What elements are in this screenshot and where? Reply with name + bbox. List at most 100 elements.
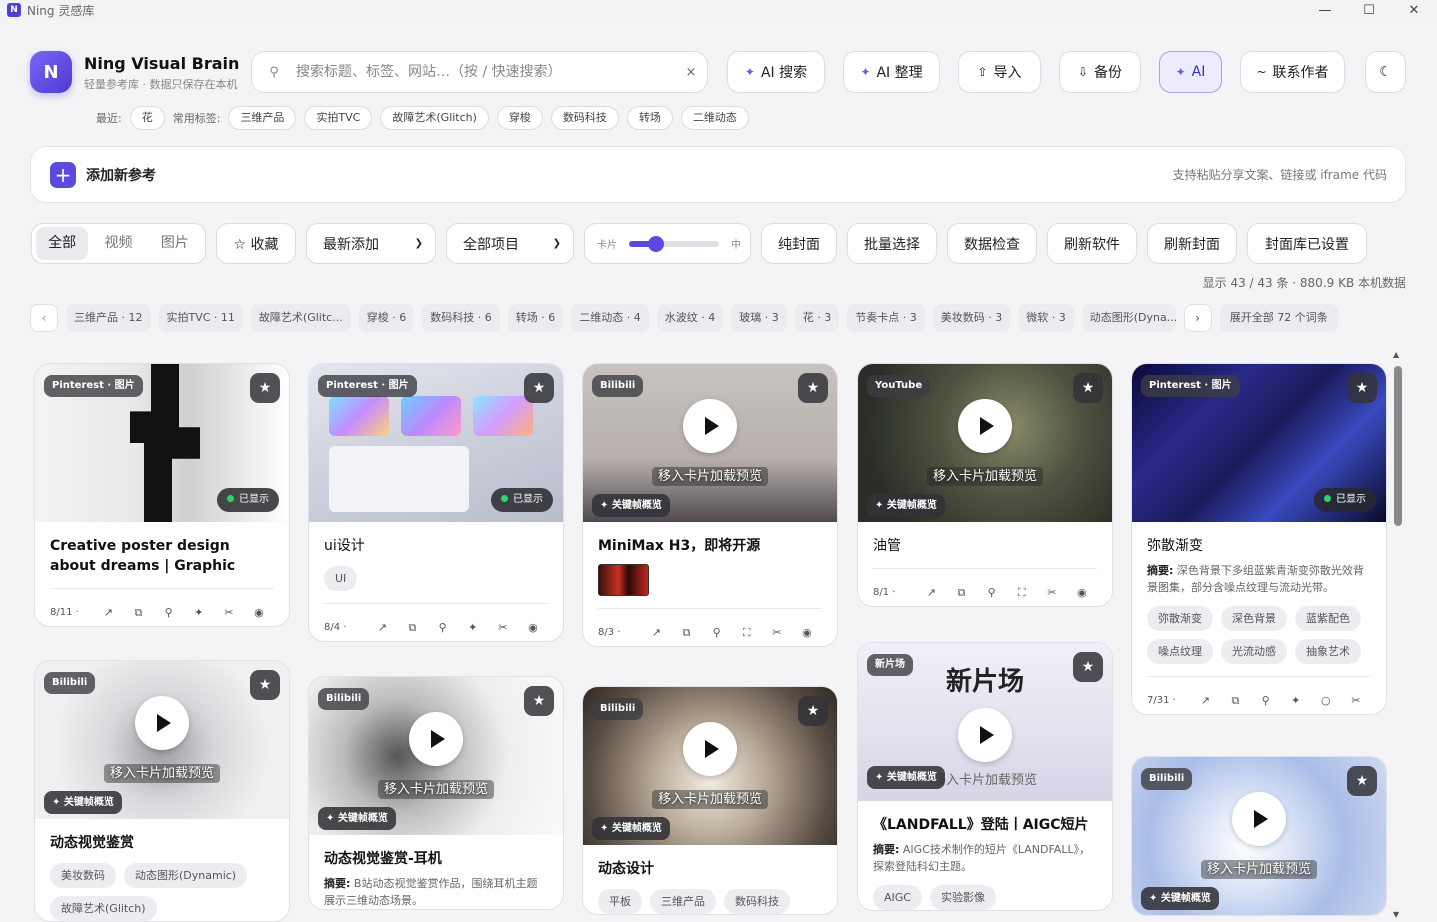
search-icon[interactable]: ⚲ xyxy=(428,621,458,634)
play-icon[interactable] xyxy=(683,722,737,776)
contact-author-button[interactable]: ~ 联系作者 xyxy=(1240,51,1345,93)
common-tag-chip[interactable]: 数码科技 xyxy=(550,105,619,130)
tag-filter-chip[interactable]: 实拍TVC · 11 xyxy=(158,304,243,332)
tag-chip[interactable]: UI xyxy=(324,566,358,591)
card-thumbnail[interactable]: YouTube ★ 移入卡片加载预览 ✦ 关键帧概览 xyxy=(858,364,1112,522)
card-thumbnail[interactable]: 新片场 新片场 ★ 移入卡片加载预览 ✦ 关键帧概览 xyxy=(858,643,1112,801)
add-reference-bar[interactable]: + 添加新参考 支持粘贴分享文案、链接或 iframe 代码 xyxy=(30,146,1406,203)
tag-filter-chip[interactable]: 转场 · 6 xyxy=(507,304,564,332)
chevron-left-icon[interactable]: ‹ xyxy=(30,304,58,332)
copy-icon[interactable]: ⧉ xyxy=(671,626,701,640)
star-icon[interactable]: ★ xyxy=(1347,766,1377,796)
keyframes-button[interactable]: ✦ 关键帧概览 xyxy=(1141,887,1219,910)
star-icon[interactable]: ★ xyxy=(524,686,554,716)
scissors-icon[interactable]: ✂ xyxy=(488,621,518,634)
search-icon[interactable]: ⚲ xyxy=(1251,694,1281,707)
search-input[interactable] xyxy=(296,64,675,80)
tag-chip[interactable]: 三维产品 xyxy=(650,889,716,914)
star-icon[interactable]: ★ xyxy=(798,373,828,403)
sparkle-icon[interactable]: ✦ xyxy=(1281,694,1311,707)
card-thumbnail[interactable]: Bilibili ★ 移入卡片加载预览 ✦ 关键帧概览 xyxy=(309,677,563,835)
tag-chip[interactable]: 噪点纹理 xyxy=(1147,639,1213,664)
fullscreen-icon[interactable]: ⛶ xyxy=(1007,586,1037,600)
card-size-slider[interactable]: 卡片 中 xyxy=(584,223,751,264)
ai-button[interactable]: ✦ AI xyxy=(1159,51,1222,93)
play-icon[interactable] xyxy=(135,696,189,750)
chevron-right-icon[interactable]: › xyxy=(1183,304,1212,332)
project-select[interactable]: 全部项目 ❯ xyxy=(446,223,574,264)
common-tag-chip[interactable]: 转场 xyxy=(626,105,673,130)
star-icon[interactable]: ★ xyxy=(798,696,828,726)
tag-filter-chip[interactable]: 数码科技 · 6 xyxy=(422,304,500,332)
tag-filter-chip[interactable]: 穿梭 · 6 xyxy=(358,304,415,332)
card-thumbnail[interactable]: Bilibili ★ 移入卡片加载预览 ✦ 关键帧概览 xyxy=(583,687,837,845)
play-icon[interactable] xyxy=(958,708,1012,762)
star-icon[interactable]: ★ xyxy=(250,373,280,403)
keyframes-button[interactable]: ✦ 关键帧概览 xyxy=(44,791,122,814)
backup-button[interactable]: ⇩ 备份 xyxy=(1059,51,1141,93)
open-link-icon[interactable]: ↗ xyxy=(916,586,946,599)
ai-organize-button[interactable]: ✦ AI 整理 xyxy=(843,51,940,93)
search-icon[interactable]: ⚲ xyxy=(154,606,184,619)
close-icon[interactable]: ✕ xyxy=(1391,0,1437,20)
cover-library-button[interactable]: 封面库已设置 xyxy=(1247,223,1367,264)
copy-icon[interactable]: ⧉ xyxy=(1220,694,1250,708)
common-tag-chip[interactable]: 三维产品 xyxy=(228,105,297,130)
star-icon[interactable]: ★ xyxy=(1347,373,1377,403)
tag-filter-chip[interactable]: 美妆数码 · 3 xyxy=(932,304,1011,332)
tag-chip[interactable]: 深色背景 xyxy=(1221,606,1287,631)
scissors-icon[interactable]: ✂ xyxy=(1037,586,1067,599)
copy-icon[interactable]: ⧉ xyxy=(123,606,153,620)
open-link-icon[interactable]: ↗ xyxy=(93,606,123,619)
tag-filter-chip[interactable]: 故障艺术(Glitc... xyxy=(250,304,351,332)
reference-card[interactable]: YouTube ★ 移入卡片加载预览 ✦ 关键帧概览 油管 8/1 · ↗ ⧉ … xyxy=(857,363,1113,607)
open-link-icon[interactable]: ↗ xyxy=(1190,694,1220,707)
keyframe-thumbnail[interactable] xyxy=(598,564,649,596)
reference-card[interactable]: Bilibili ★ 移入卡片加载预览 ✦ 关键帧概览 动态视觉鉴赏 美妆数码 … xyxy=(34,660,290,922)
tag-chip[interactable]: 弥散渐变 xyxy=(1147,606,1213,631)
copy-icon[interactable]: ⧉ xyxy=(946,586,976,600)
keyframes-button[interactable]: ✦ 关键帧概览 xyxy=(867,494,945,517)
slider-track[interactable] xyxy=(629,235,719,252)
scrollbar-thumb[interactable] xyxy=(1394,366,1402,526)
card-thumbnail[interactable]: Bilibili ★ 移入卡片加载预览 ✦ 关键帧概览 xyxy=(35,661,289,819)
card-thumbnail[interactable]: Pinterest · 图片 ★ 已显示 xyxy=(35,364,289,522)
card-thumbnail[interactable]: Bilibili ★ 移入卡片加载预览 ✦ 关键帧概览 xyxy=(583,364,837,522)
segment-video[interactable]: 视频 xyxy=(92,227,144,260)
sparkle-icon[interactable]: ✦ xyxy=(184,606,214,619)
keyframes-button[interactable]: ✦ 关键帧概览 xyxy=(592,494,670,517)
common-tag-chip[interactable]: 二维动态 xyxy=(680,105,749,130)
tag-chip[interactable]: 光流动感 xyxy=(1221,639,1287,664)
target-icon[interactable]: ◉ xyxy=(1067,586,1097,599)
sparkle-icon[interactable]: ✦ xyxy=(458,621,488,634)
play-icon[interactable] xyxy=(409,712,463,766)
favorites-button[interactable]: ☆ 收藏 xyxy=(216,223,296,264)
sort-select[interactable]: 最新添加 ❯ xyxy=(306,223,436,264)
scrollbar[interactable]: ▲ ▼ xyxy=(1393,348,1403,921)
play-icon[interactable] xyxy=(958,399,1012,453)
target-icon[interactable]: ◉ xyxy=(244,606,274,619)
reference-card[interactable]: Pinterest · 图片 ★ 已显示 Creative poster des… xyxy=(34,363,290,627)
card-thumbnail[interactable]: Bilibili ★ 移入卡片加载预览 ✦ 关键帧概览 xyxy=(1132,757,1386,915)
reference-card[interactable]: Pinterest · 图片 ★ 已显示 ui设计 UI 8/4 · ↗ ⧉ ⚲… xyxy=(308,363,564,642)
card-thumbnail[interactable]: Pinterest · 图片 ★ 已显示 xyxy=(1132,364,1386,522)
tag-chip[interactable]: 数码科技 xyxy=(724,889,790,914)
tag-chip[interactable]: 蓝紫配色 xyxy=(1295,606,1361,631)
play-icon[interactable] xyxy=(683,399,737,453)
import-button[interactable]: ⇧ 导入 xyxy=(958,51,1041,93)
star-icon[interactable]: ★ xyxy=(250,670,280,700)
segment-all[interactable]: 全部 xyxy=(36,227,89,260)
tag-filter-chip[interactable]: 节奏卡点 · 3 xyxy=(847,304,925,332)
tag-filter-chip[interactable]: 动态图形(Dyna... xyxy=(1081,304,1176,332)
data-check-button[interactable]: 数据检查 xyxy=(947,223,1037,264)
refresh-cover-button[interactable]: 刷新封面 xyxy=(1147,223,1237,264)
tag-filter-chip[interactable]: 微软 · 3 xyxy=(1018,304,1074,332)
tag-filter-chip[interactable]: 三维产品 · 12 xyxy=(66,304,151,332)
reference-card[interactable]: Bilibili ★ 移入卡片加载预览 ✦ 关键帧概览 MiniMax H3，即… xyxy=(582,363,838,647)
refresh-app-button[interactable]: 刷新软件 xyxy=(1047,223,1137,264)
recent-chip[interactable]: 花 xyxy=(129,105,165,130)
keyframes-button[interactable]: ✦ 关键帧概览 xyxy=(318,807,396,830)
tag-chip[interactable]: 动态图形(Dynamic) xyxy=(124,863,248,888)
tag-chip[interactable]: AIGC xyxy=(873,885,922,910)
tag-filter-chip[interactable]: 水波纹 · 4 xyxy=(656,304,724,332)
